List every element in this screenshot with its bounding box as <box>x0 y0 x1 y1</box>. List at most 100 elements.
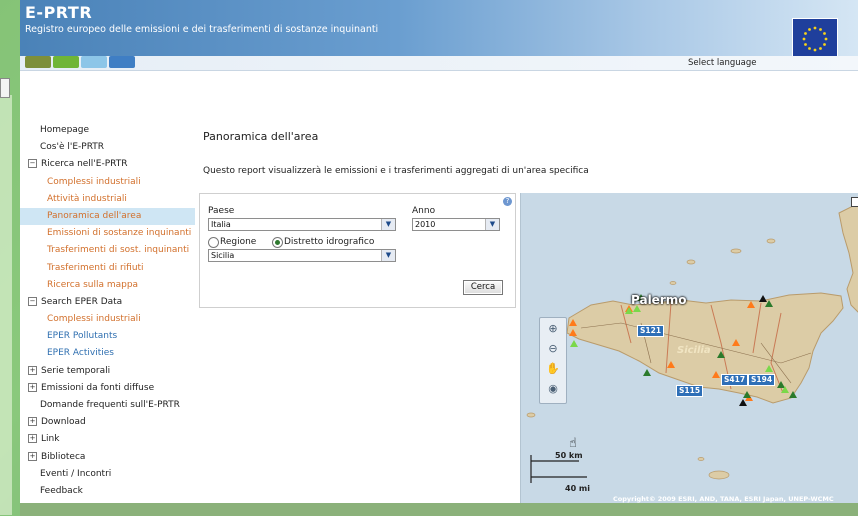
map-overview-toggle-icon[interactable] <box>851 197 858 207</box>
year-label: Anno <box>412 206 436 216</box>
nav-item-link[interactable]: + Link <box>20 431 195 448</box>
nav-item-label: Homepage <box>40 125 90 135</box>
site-subtitle: Registro europeo delle emissioni e dei t… <box>25 24 379 35</box>
nav-item-label: Panoramica dell'area <box>47 210 142 221</box>
map-region-label: Sicilia <box>677 345 711 356</box>
plant-stripe-icon <box>53 56 79 68</box>
pan-hand-icon[interactable]: ✋ <box>543 360 563 378</box>
nav-item-complessi-industriali[interactable]: Complessi industriali <box>20 174 195 191</box>
district-radio[interactable] <box>272 237 283 248</box>
route-badge: S115 <box>676 385 704 397</box>
nav-item-label: Trasferimenti di sost. inquinanti <box>47 245 190 256</box>
nav-item-ricerca-nell-e-prtr[interactable]: − Ricerca nell'E-PRTR <box>20 156 195 173</box>
file-icon <box>0 78 10 98</box>
nav-item-download[interactable]: + Download <box>20 414 195 431</box>
nav-item-label: EPER Activities <box>47 348 114 359</box>
nav-item-attivit-industriali[interactable]: Attività industriali <box>20 191 195 208</box>
nav-item-emissioni-da-fonti-diffuse[interactable]: + Emissioni da fonti diffuse <box>20 380 195 397</box>
hand-cursor-icon: ☝ <box>569 436 577 451</box>
nav-item-trasferimenti-di-rifiuti[interactable]: Trasferimenti di rifiuti <box>20 260 195 277</box>
route-badge: S417 <box>721 374 749 386</box>
nav-item-label: Search EPER Data <box>41 296 123 307</box>
nav-item-label: Domande frequenti sull'E-PRTR <box>40 400 180 410</box>
left-navigation: Homepage Cos'è l'E-PRTR − Ricerca nell'E-PR… <box>20 122 195 500</box>
collapse-icon[interactable]: − <box>28 159 37 169</box>
nav-item-label: Ricerca nell'E-PRTR <box>41 159 128 170</box>
nav-item-label: Attività industriali <box>47 193 127 204</box>
expand-icon[interactable]: + <box>28 382 37 392</box>
background-stripe <box>0 95 12 515</box>
expand-icon[interactable]: + <box>28 365 37 375</box>
expand-icon[interactable]: + <box>28 417 37 427</box>
collapse-icon[interactable]: − <box>28 296 37 306</box>
nav-item-panoramica-dell-area[interactable]: Panoramica dell'area <box>20 207 195 226</box>
search-button[interactable]: Cerca <box>463 280 503 295</box>
water-stripe-icon <box>109 56 135 68</box>
nav-item-label: Download <box>41 417 86 428</box>
country-value: Italia <box>211 220 231 229</box>
nav-item-search-eper-data[interactable]: − Search EPER Data <box>20 294 195 311</box>
nav-item-cos-l-e-prtr[interactable]: Cos'è l'E-PRTR <box>20 139 195 156</box>
country-label: Paese <box>208 206 235 216</box>
nav-item-label: Serie temporali <box>41 365 111 376</box>
route-badge: S121 <box>637 325 665 337</box>
nav-item-domande-frequenti-sull-e-prtr[interactable]: Domande frequenti sull'E-PRTR <box>20 397 195 414</box>
map-copyright: Copyright© 2009 ESRI, AND, TANA, ESRI Ja… <box>613 495 834 503</box>
full-extent-icon[interactable]: ◉ <box>543 380 563 398</box>
chevron-down-icon: ▼ <box>381 250 395 261</box>
help-icon[interactable]: ? <box>503 197 512 206</box>
nav-item-ricerca-sulla-mappa[interactable]: Ricerca sulla mappa <box>20 277 195 294</box>
nav-item-label: Cos'è l'E-PRTR <box>40 142 105 153</box>
map-city-label: Palermo <box>631 293 687 307</box>
theme-stripes <box>25 56 137 68</box>
search-form: ? Paese Italia ▼ Anno 2010 ▼ Regione Dis… <box>199 193 516 308</box>
nav-item-label: Biblioteca <box>41 451 86 462</box>
nav-item-label: Ricerca sulla mappa <box>47 279 139 290</box>
nav-item-label: Complessi industriali <box>47 176 141 187</box>
area-select[interactable]: Sicilia ▼ <box>208 249 396 262</box>
nav-item-trasferimenti-di-sost-inquinanti[interactable]: Trasferimenti di sost. inquinanti <box>20 242 195 259</box>
nav-item-feedback[interactable]: Feedback <box>20 483 195 500</box>
zoom-out-icon[interactable]: ⊖ <box>543 340 563 358</box>
nav-item-eventi-incontri[interactable]: Eventi / Incontri <box>20 466 195 483</box>
nav-item-label: Complessi industriali <box>47 314 141 325</box>
nav-item-label: Emissioni da fonti diffuse <box>41 382 155 393</box>
nav-item-label: Feedback <box>40 485 83 496</box>
chevron-down-icon: ▼ <box>381 219 395 230</box>
area-map[interactable]: Palermo Sicilia S121 S115 S417 S194 ⊕ ⊖ … <box>520 193 858 503</box>
land-stripe-icon <box>25 56 51 68</box>
nav-item-emissioni-di-sostanze-inquinanti[interactable]: Emissioni di sostanze inquinanti <box>20 225 195 242</box>
nav-item-complessi-industriali[interactable]: Complessi industriali <box>20 311 195 328</box>
expand-icon[interactable]: + <box>28 434 37 444</box>
zoom-in-icon[interactable]: ⊕ <box>543 320 563 338</box>
region-radio[interactable] <box>208 237 219 248</box>
site-logo[interactable]: E-PRTR <box>25 3 92 22</box>
window-bottom-bar <box>20 503 858 516</box>
scale-km-label: 50 km <box>555 451 583 460</box>
district-radio-label: Distretto idrografico <box>284 237 375 247</box>
nav-item-biblioteca[interactable]: + Biblioteca <box>20 449 195 466</box>
nav-item-homepage[interactable]: Homepage <box>20 122 195 139</box>
page-description: Questo report visualizzerà le emissioni … <box>203 166 589 176</box>
country-select[interactable]: Italia ▼ <box>208 218 396 231</box>
site-header: E-PRTR Registro europeo delle emissioni … <box>20 0 858 62</box>
page-title: Panoramica dell'area <box>203 130 319 143</box>
map-toolbar: ⊕ ⊖ ✋ ◉ <box>539 317 567 404</box>
air-stripe-icon <box>81 56 107 68</box>
route-badge: S194 <box>748 374 776 386</box>
nav-item-label: Emissioni di sostanze inquinanti <box>47 228 192 239</box>
year-select[interactable]: 2010 ▼ <box>412 218 500 231</box>
year-value: 2010 <box>415 220 436 229</box>
chevron-down-icon: ▼ <box>485 219 499 230</box>
select-language-link[interactable]: Select language <box>688 58 757 68</box>
nav-item-serie-temporali[interactable]: + Serie temporali <box>20 363 195 380</box>
area-value: Sicilia <box>211 251 235 260</box>
nav-item-eper-pollutants[interactable]: EPER Pollutants <box>20 328 195 345</box>
region-radio-label: Regione <box>220 237 257 247</box>
nav-item-eper-activities[interactable]: EPER Activities <box>20 345 195 362</box>
browser-page: E-PRTR Registro europeo delle emissioni … <box>20 0 858 503</box>
scale-mi-label: 40 mi <box>565 484 590 493</box>
nav-item-label: Trasferimenti di rifiuti <box>47 262 144 273</box>
nav-item-label: Eventi / Incontri <box>40 468 112 479</box>
expand-icon[interactable]: + <box>28 451 37 461</box>
